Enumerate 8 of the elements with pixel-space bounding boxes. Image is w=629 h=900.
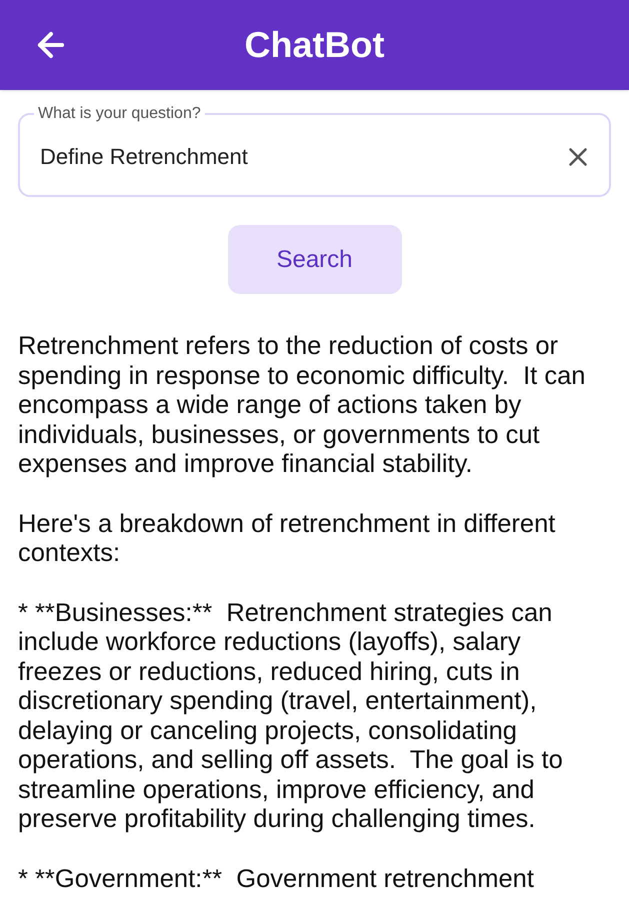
answer-paragraph: * **Government:** Government retrenchment — [18, 864, 535, 894]
question-input[interactable]: Define Retrenchment — [40, 140, 563, 173]
search-button[interactable]: Search — [228, 225, 402, 294]
answer-paragraph: Retrenchment refers to the reduction of costs or spending in response to economic difficulty. It can encompass a wide range of actions taken by individuals, businesses, or governments to cut expenses and improve financial stability. — [18, 332, 586, 480]
answer-paragraph: Here's a breakdown of retrenchment in different contexts: — [18, 510, 556, 568]
app-title: ChatBot — [244, 23, 386, 67]
field-label: What is your question? — [37, 104, 202, 124]
answer-paragraph: * **Businesses:** Retrenchment strategies can include workforce reductions (layoffs), salary freezes or reductions, reduced hiring, cuts in discretionary spending (travel, entertainment), delaying or canceling projects, consolidating operations, and selling off assets. The goal is to streamline operations, improve efficiency, and preserve profitability during challenging times. — [18, 598, 564, 834]
